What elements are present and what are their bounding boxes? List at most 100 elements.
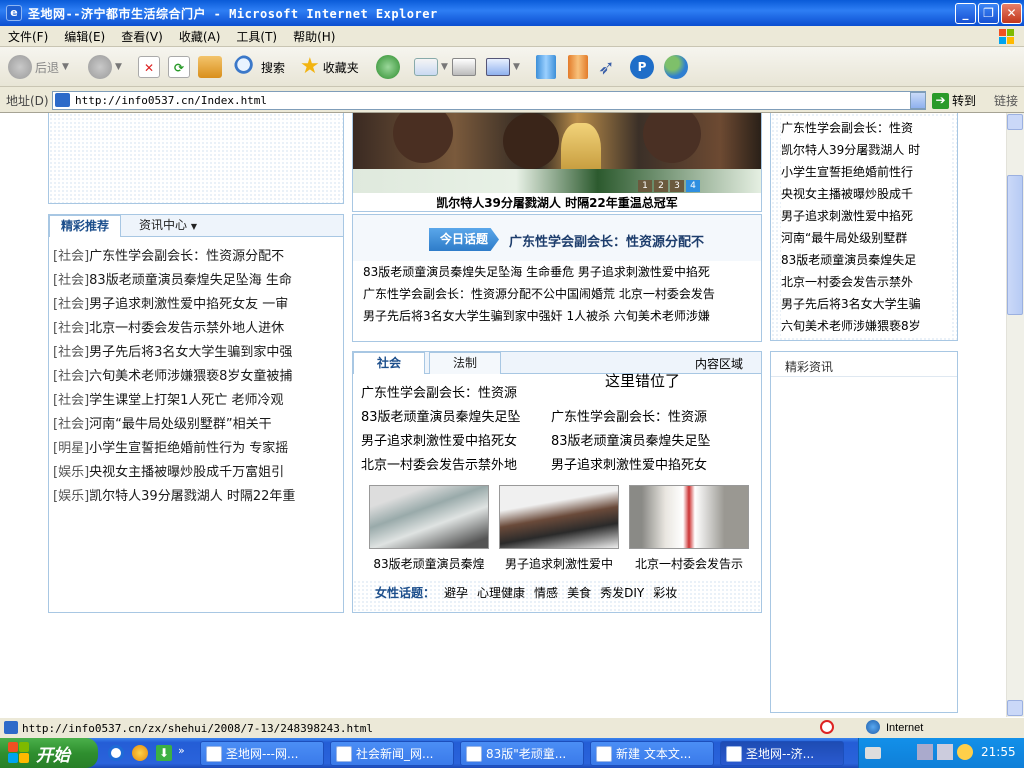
scroll-thumb[interactable]: [1007, 175, 1023, 315]
tab-news-center[interactable]: 资讯中心 ▼: [125, 215, 211, 237]
menu-view[interactable]: 查看(V): [113, 28, 171, 45]
forward-button[interactable]: ▼: [88, 53, 122, 81]
news-title[interactable]: 凯尔特人39分屠戮湖人 时隔22年重: [89, 489, 295, 504]
slide-page-2[interactable]: 2: [654, 180, 668, 192]
photo-2[interactable]: [499, 485, 619, 549]
women-topic-link[interactable]: 情感: [534, 584, 558, 601]
history-button[interactable]: [376, 53, 400, 81]
news-title[interactable]: 83版老顽童演员秦煌失足坠海 生命: [89, 273, 292, 288]
menu-favorites[interactable]: 收藏(A): [171, 28, 229, 45]
women-topic-link[interactable]: 避孕: [444, 584, 468, 601]
news-category[interactable]: [社会]: [53, 417, 89, 432]
news-link[interactable]: 83版老顽童演员秦煌失足: [781, 249, 951, 271]
tab-recommended[interactable]: 精彩推荐: [49, 215, 121, 237]
news-category[interactable]: [社会]: [53, 249, 89, 264]
news-row[interactable]: [社会]男子先后将3名女大学生骗到家中强: [53, 341, 341, 365]
women-topic-link[interactable]: 美食: [567, 584, 591, 601]
go-button[interactable]: ➔ 转到: [932, 92, 976, 109]
start-button[interactable]: 开始: [0, 738, 98, 768]
back-button[interactable]: 后退 ▼: [8, 53, 69, 81]
photo-1-caption[interactable]: 83版老顽童演员秦煌: [363, 555, 495, 572]
news-link[interactable]: 男子先后将3名女大学生骗: [781, 293, 951, 315]
news-title[interactable]: 六旬美术老师涉嫌猥亵8岁女童被捕: [89, 369, 292, 384]
news-title[interactable]: 央视女主播被曝炒股成千万富姐引: [89, 465, 284, 480]
address-input[interactable]: http://info0537.cn/Index.html: [52, 91, 926, 110]
chevron-down-icon[interactable]: ▼: [441, 62, 448, 72]
chevron-down-icon[interactable]: ▼: [62, 62, 69, 72]
menu-help[interactable]: 帮助(H): [285, 28, 343, 45]
address-dropdown-icon[interactable]: [910, 92, 926, 109]
menu-file[interactable]: 文件(F): [0, 28, 56, 45]
news-title[interactable]: 学生课堂上打架1人死亡 老师冷观: [89, 393, 283, 408]
p-button[interactable]: P: [630, 53, 654, 81]
title-bar[interactable]: e 圣地网--济宁都市生活综合门户 - Microsoft Internet E…: [0, 0, 1024, 26]
news-title[interactable]: 河南“最牛局处级别墅群”相关干: [89, 417, 271, 432]
maximize-button[interactable]: ❐: [978, 3, 999, 24]
search-button[interactable]: 搜索: [234, 53, 285, 81]
taskbar-task[interactable]: 圣地网---网...: [200, 741, 324, 766]
photo-1[interactable]: [369, 485, 489, 549]
taskbar-task[interactable]: 圣地网--济...: [720, 741, 844, 766]
photo-3[interactable]: [629, 485, 749, 549]
quicklaunch-p-icon[interactable]: [108, 745, 124, 761]
slide-page-3[interactable]: 3: [670, 180, 684, 192]
chevron-down-icon[interactable]: ▼: [513, 62, 520, 72]
scroll-down-icon[interactable]: [1007, 700, 1023, 716]
news-row[interactable]: [社会]六旬美术老师涉嫌猥亵8岁女童被捕: [53, 365, 341, 389]
scroll-up-icon[interactable]: [1007, 114, 1023, 130]
news-link[interactable]: 凯尔特人39分屠戮湖人 时: [781, 139, 951, 161]
stop-button[interactable]: ✕: [138, 53, 160, 81]
taskbar-task[interactable]: 社会新闻_网...: [330, 741, 454, 766]
network-icon[interactable]: [917, 744, 933, 760]
news-link[interactable]: 河南“最牛局处级别墅群: [781, 227, 951, 249]
news-link[interactable]: 小学生宣誓拒绝婚前性行: [781, 161, 951, 183]
news-link[interactable]: 央视女主播被曝炒股成千: [781, 183, 951, 205]
news-category[interactable]: [娱乐]: [53, 489, 89, 504]
news-row[interactable]: [社会]学生课堂上打架1人死亡 老师冷观: [53, 389, 341, 413]
news-row[interactable]: [娱乐]凯尔特人39分屠戮湖人 时隔22年重: [53, 485, 341, 509]
favorites-button[interactable]: ★ 收藏夹: [300, 53, 359, 81]
menu-tools[interactable]: 工具(T): [228, 28, 285, 45]
slide-page-1[interactable]: 1: [638, 180, 652, 192]
news-link[interactable]: 男子追求刺激性爱中掐死女: [551, 454, 731, 478]
research-button[interactable]: [536, 53, 556, 81]
news-link[interactable]: 六旬美术老师涉嫌猥亵8岁: [781, 315, 951, 337]
news-category[interactable]: [社会]: [53, 297, 89, 312]
news-link[interactable]: 83版老顽童演员秦煌失足坠: [361, 406, 541, 430]
women-topic-link[interactable]: 彩妆: [653, 584, 677, 601]
news-title[interactable]: 小学生宣誓拒绝婚前性行为 专家摇: [89, 441, 288, 456]
news-link[interactable]: 男子追求刺激性爱中掐死女: [361, 430, 541, 454]
quicklaunch-qq-icon[interactable]: [132, 745, 148, 761]
news-link[interactable]: 男子追求刺激性爱中掐死: [781, 205, 951, 227]
links-button[interactable]: 链接: [994, 92, 1018, 109]
ime-icon[interactable]: [957, 744, 973, 760]
bird-button[interactable]: ➶: [598, 53, 615, 81]
women-topic-link[interactable]: 心理健康: [477, 584, 525, 601]
news-row[interactable]: [明星]小学生宣誓拒绝婚前性行为 专家摇: [53, 437, 341, 461]
news-category[interactable]: [社会]: [53, 345, 89, 360]
tab-society[interactable]: 社会: [353, 352, 425, 374]
news-link[interactable]: 83版老顽童演员秦煌失足坠: [551, 430, 731, 454]
volume-icon[interactable]: [937, 744, 953, 760]
news-row[interactable]: [社会]河南“最牛局处级别墅群”相关干: [53, 413, 341, 437]
news-link[interactable]: 北京一村委会发告示禁外: [781, 271, 951, 293]
quicklaunch-more-icon[interactable]: »: [178, 744, 185, 757]
news-title[interactable]: 男子追求刺激性爱中掐死女友 一审: [89, 297, 288, 312]
slide-page-4[interactable]: 4: [686, 180, 700, 192]
topic-line[interactable]: 广东性学会副会长：性资源分配不公中国闹婚荒 北京一村委会发告: [363, 283, 757, 305]
news-row[interactable]: [社会]男子追求刺激性爱中掐死女友 一审: [53, 293, 341, 317]
topic-line[interactable]: 男子先后将3名女大学生骗到家中强奸 1人被杀 六旬美术老师涉嫌: [363, 305, 757, 327]
tab-law[interactable]: 法制: [429, 352, 501, 374]
taskbar-task[interactable]: 83版"老顽童...: [460, 741, 584, 766]
news-title[interactable]: 广东性学会副会长：性资源分配不: [89, 249, 284, 264]
photo-3-caption[interactable]: 北京一村委会发告示: [623, 555, 755, 572]
news-category[interactable]: [社会]: [53, 273, 89, 288]
keyboard-icon[interactable]: [865, 747, 881, 759]
menu-edit[interactable]: 编辑(E): [56, 28, 113, 45]
news-link[interactable]: 广东性学会副会长：性资源: [361, 382, 541, 406]
news-row[interactable]: [社会]广东性学会副会长：性资源分配不: [53, 245, 341, 269]
news-row[interactable]: [社会]83版老顽童演员秦煌失足坠海 生命: [53, 269, 341, 293]
taskbar-task[interactable]: 新建 文本文...: [590, 741, 714, 766]
users-button[interactable]: [664, 53, 688, 81]
women-topic-link[interactable]: 秀发DIY: [600, 584, 644, 601]
